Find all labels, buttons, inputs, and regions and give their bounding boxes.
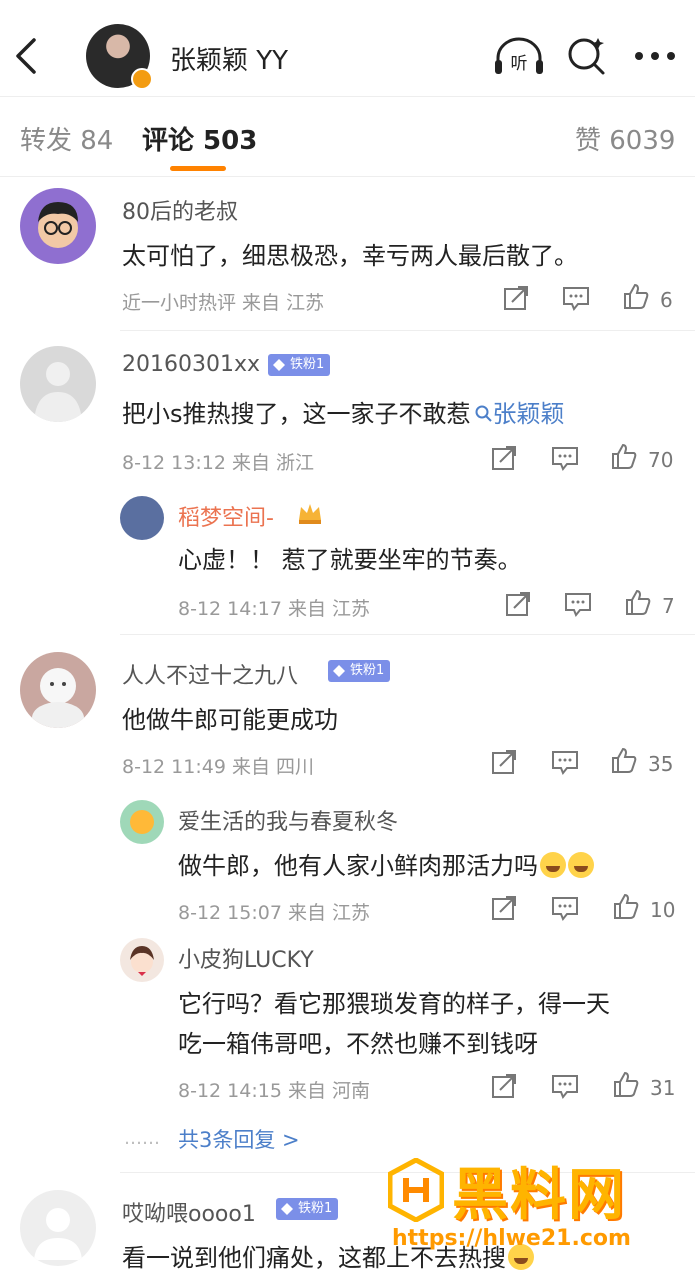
like-count: 10	[650, 898, 676, 922]
comment-text-row: 把小s推热搜了，这一家子不敢惹 张颖颖	[122, 394, 565, 429]
share-icon[interactable]	[504, 590, 532, 618]
listen-headphones-icon[interactable]: 听	[492, 36, 546, 76]
avatar[interactable]	[20, 346, 96, 422]
active-tab-indicator	[170, 166, 226, 171]
like-thumb-icon[interactable]	[610, 442, 638, 470]
tab-reposts[interactable]: 转发 84	[20, 120, 113, 157]
listen-label: 听	[511, 54, 528, 74]
verified-badge-icon	[131, 68, 153, 90]
comment-bubble-icon[interactable]	[551, 444, 579, 472]
reply-text-row: 做牛郎，他有人家小鲜肉那活力吗	[178, 846, 594, 881]
diamond-icon	[273, 359, 285, 371]
comment-username[interactable]: 80后的老叔	[122, 194, 238, 226]
comment-divider	[120, 330, 695, 331]
share-icon[interactable]	[490, 748, 518, 776]
like-thumb-icon[interactable]	[622, 282, 650, 310]
more-options-icon[interactable]	[634, 50, 676, 62]
like-thumb-icon[interactable]	[610, 746, 638, 774]
like-count: 6	[660, 288, 673, 312]
reply-meta: 8-12 14:17 来自 江苏	[178, 598, 370, 620]
search-icon[interactable]	[566, 34, 608, 76]
avatar[interactable]	[120, 496, 164, 540]
comment-bubble-icon[interactable]	[562, 284, 590, 312]
like-thumb-icon[interactable]	[612, 1070, 640, 1098]
view-more-replies-link[interactable]: 共3条回复 >	[178, 1124, 300, 1154]
fan-badge: 铁粉1	[276, 1198, 339, 1220]
like-count: 35	[648, 752, 674, 776]
person-photo-icon	[34, 362, 82, 422]
diamond-icon	[281, 1203, 293, 1215]
comment-divider	[120, 634, 695, 635]
back-arrow-icon[interactable]	[10, 36, 44, 76]
snowman-photo-icon	[32, 668, 84, 728]
watermark-url: https://hlwe21.com	[392, 1226, 631, 1251]
avatar[interactable]	[120, 938, 164, 982]
header-divider	[0, 96, 695, 97]
default-user-icon	[34, 1208, 82, 1260]
share-icon[interactable]	[502, 284, 530, 312]
comment-bubble-icon[interactable]	[551, 1072, 579, 1100]
comment-username[interactable]: 20160301xx	[122, 352, 260, 377]
comment-meta: 8-12 11:49 来自 四川	[122, 756, 314, 778]
sun-icon	[130, 810, 154, 834]
comment-username[interactable]: 哎呦喂oooo1	[122, 1196, 256, 1228]
tabs-divider	[0, 176, 695, 177]
share-icon[interactable]	[490, 1072, 518, 1100]
topic-link[interactable]: 张颖颖	[471, 400, 565, 428]
avatar[interactable]	[20, 652, 96, 728]
reply-text-line1: 它行吗？看它那猥琐发育的样子，得一天	[178, 990, 610, 1018]
avatar[interactable]	[20, 188, 96, 264]
reply-username[interactable]: 爱生活的我与春夏秋冬	[178, 804, 398, 836]
comment-text: 把小s推热搜了，这一家子不敢惹	[122, 400, 471, 428]
share-icon[interactable]	[490, 894, 518, 922]
diamond-icon	[333, 665, 345, 677]
watermark-logo-icon	[388, 1158, 444, 1222]
reply-meta: 8-12 15:07 来自 江苏	[178, 902, 370, 924]
share-icon[interactable]	[490, 444, 518, 472]
fan-badge-label: 铁粉1	[350, 663, 385, 678]
laugh-cry-emoji-icon	[540, 852, 566, 878]
like-thumb-icon[interactable]	[612, 892, 640, 920]
fan-badge: 铁粉1	[328, 660, 391, 682]
reply-text: 心虚！！ 惹了就要坐牢的节奏。	[178, 546, 522, 574]
more-replies-dots: ……	[124, 1128, 160, 1149]
tab-comments[interactable]: 评论 503	[142, 120, 257, 157]
comment-text: 太可怕了，细思极恐，幸亏两人最后散了。	[122, 242, 578, 270]
comment-text: 他做牛郎可能更成功	[122, 706, 338, 734]
reply-username[interactable]: 小皮狗LUCKY	[178, 942, 314, 974]
like-count: 70	[648, 448, 674, 472]
girl-cartoon-icon	[130, 946, 154, 976]
fan-badge: 铁粉1	[268, 354, 331, 376]
like-count: 7	[662, 594, 675, 618]
comment-meta: 8-12 13:12 来自 浙江	[122, 452, 314, 474]
fan-badge-label: 铁粉1	[290, 357, 325, 372]
comment-username[interactable]: 人人不过十之九八	[122, 658, 298, 690]
like-count: 31	[650, 1076, 676, 1100]
avatar[interactable]	[20, 1190, 96, 1266]
crown-badge-icon	[299, 504, 321, 524]
reply-meta: 8-12 14:15 来自 河南	[178, 1080, 370, 1102]
comment-meta: 近一小时热评 来自 江苏	[122, 292, 325, 314]
comment-bubble-icon[interactable]	[564, 590, 592, 618]
laugh-cry-emoji-icon	[568, 852, 594, 878]
like-thumb-icon[interactable]	[624, 588, 652, 616]
reply-text: 做牛郎，他有人家小鲜肉那活力吗	[178, 852, 538, 880]
search-small-icon	[475, 405, 492, 422]
comment-bubble-icon[interactable]	[551, 748, 579, 776]
topic-link-label: 张颖颖	[492, 400, 565, 428]
reply-text-line2: 吃一箱伟哥吧，不然也赚不到钱呀	[178, 1030, 538, 1058]
avatar[interactable]	[120, 800, 164, 844]
profile-name[interactable]: 张颖颖 YY	[170, 40, 288, 77]
fan-badge-label: 铁粉1	[298, 1201, 333, 1216]
watermark-title: 黑料网	[452, 1163, 626, 1228]
comment-bubble-icon[interactable]	[551, 894, 579, 922]
cartoon-face-icon	[38, 202, 78, 248]
tab-likes[interactable]: 赞 6039	[575, 120, 675, 157]
reply-username[interactable]: 稻梦空间-	[178, 500, 274, 532]
